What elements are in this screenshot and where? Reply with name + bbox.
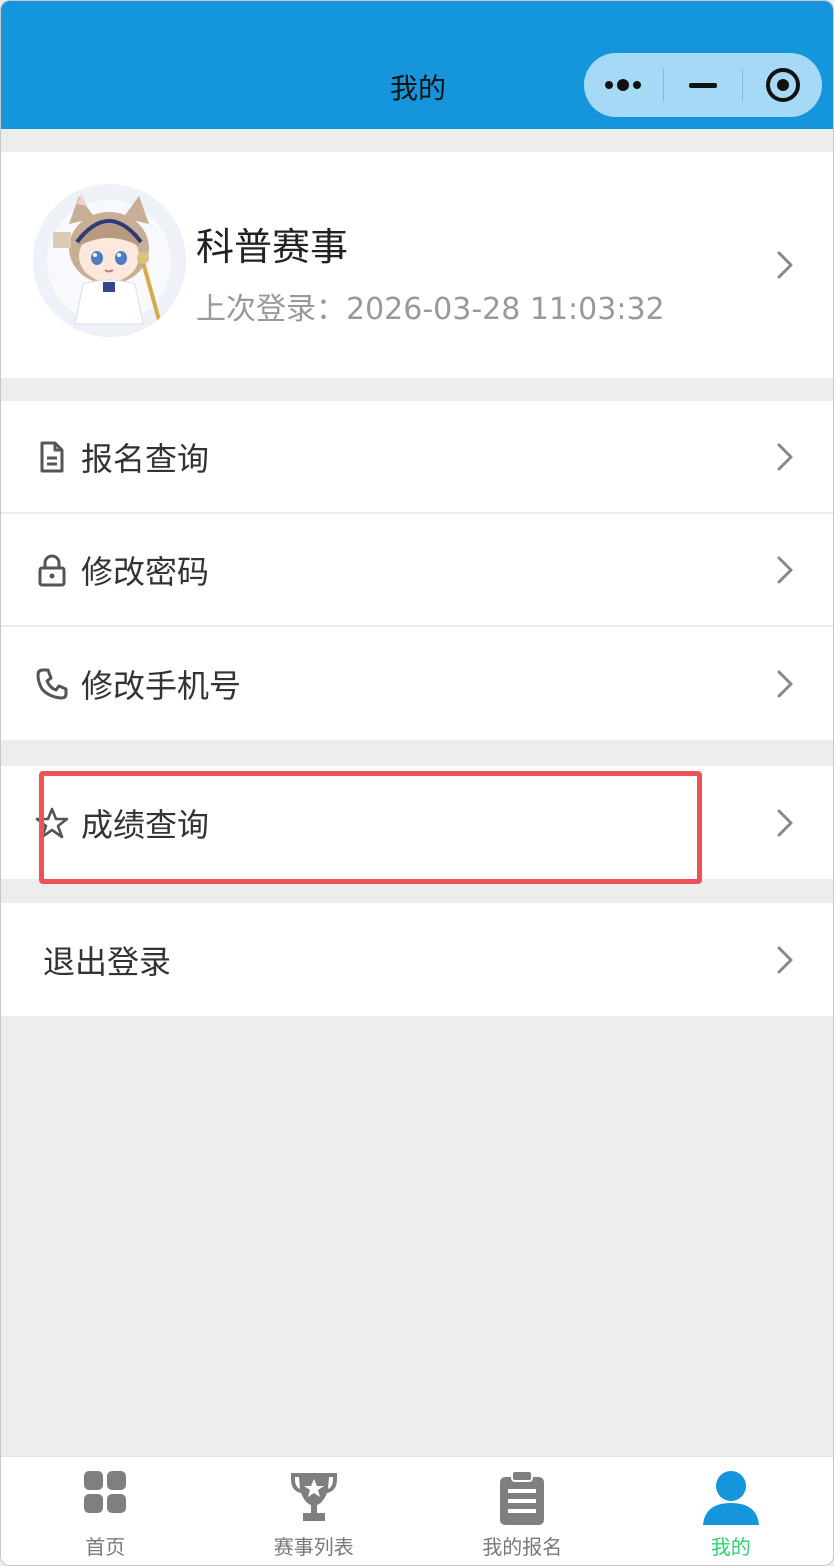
chevron-right-icon	[777, 809, 793, 836]
menu-label: 退出登录	[43, 942, 172, 981]
tab-home[interactable]: 首页	[1, 1457, 210, 1565]
phone-icon	[36, 668, 68, 699]
close-target-icon	[765, 68, 800, 102]
menu-group-account: 报名查询 修改密码 修改手机号	[1, 401, 833, 740]
chevron-right-icon	[777, 556, 793, 583]
document-icon	[40, 441, 64, 472]
menu-label: 成绩查询	[81, 805, 210, 844]
tab-events[interactable]: 赛事列表	[210, 1457, 419, 1565]
menu-item-logout[interactable]: 退出登录	[1, 903, 833, 1016]
menu-label: 修改密码	[81, 552, 210, 591]
chevron-right-icon	[777, 670, 793, 697]
menu-item-registration-query[interactable]: 报名查询	[1, 401, 833, 514]
menu-group-logout: 退出登录	[1, 903, 833, 1016]
minimize-icon	[689, 82, 717, 88]
minimize-button[interactable]	[664, 53, 743, 117]
avatar-illustration	[33, 184, 185, 336]
lock-icon	[38, 554, 66, 586]
app-frame: 我的 科普赛事 上次登录：2026-03-28 11:03:32 报名查询 修改…	[0, 0, 834, 1566]
tab-label: 首页	[85, 1535, 126, 1559]
tab-bar: 首页 赛事列表 我的报名 我的	[1, 1456, 834, 1565]
menu-label: 报名查询	[81, 439, 210, 478]
tab-label: 我的报名	[482, 1535, 563, 1559]
menu-item-change-password[interactable]: 修改密码	[1, 514, 833, 627]
trophy-icon	[290, 1473, 337, 1521]
avatar	[33, 184, 186, 337]
user-name: 科普赛事	[196, 225, 349, 269]
chevron-right-icon	[777, 443, 793, 470]
menu-item-change-phone[interactable]: 修改手机号	[1, 627, 833, 740]
user-icon	[702, 1471, 759, 1525]
tab-label: 赛事列表	[273, 1535, 354, 1559]
menu-group-score: 成绩查询	[1, 766, 833, 879]
close-button[interactable]	[743, 53, 822, 117]
tab-mine[interactable]: 我的	[627, 1457, 834, 1565]
chevron-right-icon	[777, 946, 793, 973]
tab-label: 我的	[710, 1535, 751, 1559]
menu-item-score-query[interactable]: 成绩查询	[1, 766, 833, 879]
clipboard-icon	[500, 1470, 545, 1525]
profile-card[interactable]: 科普赛事 上次登录：2026-03-28 11:03:32	[1, 152, 833, 378]
more-button[interactable]	[584, 53, 663, 117]
more-dots-icon	[605, 79, 642, 91]
nav-bar: 我的	[1, 1, 833, 129]
grid-icon	[84, 1471, 127, 1513]
star-icon	[35, 807, 69, 838]
menu-label: 修改手机号	[81, 666, 242, 705]
tab-my-registrations[interactable]: 我的报名	[418, 1457, 627, 1565]
chevron-right-icon	[777, 251, 793, 279]
mini-program-capsule	[584, 53, 822, 117]
last-login-time: 上次登录：2026-03-28 11:03:32	[196, 292, 665, 327]
